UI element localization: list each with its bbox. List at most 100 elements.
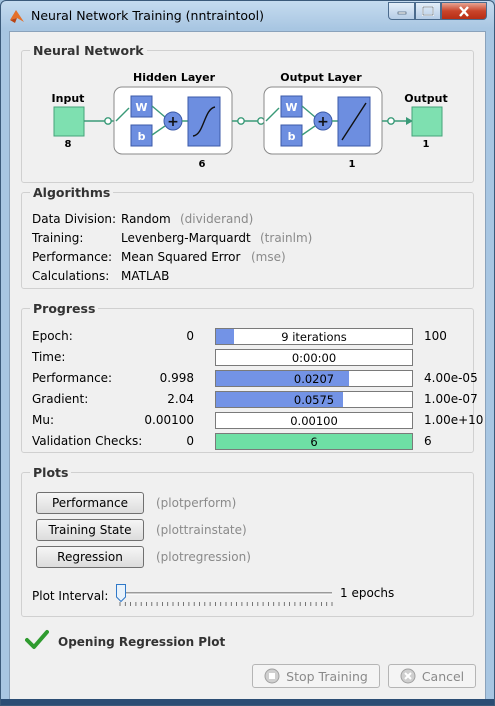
progress-bar: 0.0575 [215,391,413,408]
input-label: Input [52,92,85,105]
progress-end-value: 100 [424,329,447,343]
output-weight-label: W [285,101,297,114]
progress-row: Epoch: 0 9 iterations 100 [22,328,473,346]
regression-plot-function: (plotregression) [156,550,251,564]
stop-icon [264,668,280,684]
minimize-icon [397,11,406,15]
hidden-layer-title: Hidden Layer [133,71,216,84]
hidden-size: 6 [199,159,206,170]
progress-bar-text: 0.0575 [293,393,335,407]
algorithm-label: Training: [32,231,84,245]
progress-end-value: 1.00e-07 [424,392,478,406]
progress-bar-text: 6 [310,435,318,449]
window-title: Neural Network Training (nntraintool) [31,8,265,23]
progress-label: Gradient: [32,392,89,406]
output-layer-size: 1 [349,159,356,170]
training-state-plot-function: (plottrainstate) [156,523,247,537]
progress-row: Mu: 0.00100 0.00100 1.00e+10 [22,412,483,430]
progress-row: Performance: 0.998 0.0207 4.00e-05 [22,370,478,388]
hidden-weight-label: W [135,101,147,114]
training-state-plot-button[interactable]: Training State [36,519,144,541]
progress-title: Progress [30,301,99,316]
client-area: Neural Network Input 8 Hidden Layer W b [9,31,486,705]
progress-bar: 6 [215,433,413,450]
progress-bar-text: 0.0207 [293,372,335,386]
progress-bar: 0:00:00 [215,349,413,366]
svg-text:+: + [167,114,179,130]
app-window: Neural Network Training (nntraintool) Ne… [0,0,495,706]
plot-interval-label: Plot Interval: [32,589,109,603]
progress-bar: 0.00100 [215,412,413,429]
progress-start-value: 2.04 [167,392,194,406]
maximize-button[interactable] [415,2,441,20]
hidden-bias-label: b [138,130,146,143]
algorithms-panel: Algorithms Data Division: Random (divide… [21,185,474,289]
performance-plot-button[interactable]: Performance [36,492,144,514]
progress-bar-text: 0:00:00 [291,351,337,365]
stop-training-button[interactable]: Stop Training [252,664,380,688]
plot-interval-value: 1 epochs [340,586,395,600]
cancel-label: Cancel [421,668,465,684]
algorithm-value: Random [121,212,171,226]
output-layer-title: Output Layer [280,71,362,84]
algorithm-value: Levenberg-Marquardt [121,231,251,245]
output-label: Output [404,92,447,105]
output-size: 1 [423,139,430,150]
slider-thumb[interactable] [116,584,126,602]
minimize-button[interactable] [388,2,415,20]
progress-start-value: 0 [186,329,194,343]
progress-label: Validation Checks: [32,434,143,448]
matlab-logo-icon [10,10,24,23]
progress-row: Time: 0:00:00 [22,349,473,367]
taskbar-strip [1,699,494,705]
algorithm-label: Calculations: [32,269,110,283]
algorithms-title: Algorithms [30,185,114,200]
neural-network-panel: Neural Network Input 8 Hidden Layer W b [21,43,474,183]
progress-start-value: 0 [186,434,194,448]
close-icon [459,5,469,17]
output-node [411,106,443,137]
svg-text:+: + [317,114,329,130]
algorithm-function: (trainlm) [260,231,313,245]
progress-bar: 0.0207 [215,370,413,387]
checkmark-icon [25,630,49,649]
algorithm-value: MATLAB [121,269,170,283]
progress-bar-text: 9 iterations [281,330,347,344]
output-bias-label: b [288,130,296,143]
progress-label: Time: [32,350,66,364]
maximize-icon [422,6,434,16]
close-button[interactable] [441,2,487,20]
progress-end-value: 1.00e+10 [424,413,484,427]
progress-bar-text: 0.00100 [290,414,338,428]
slider-track [119,592,333,606]
cancel-icon [400,668,416,684]
algorithm-row: Training: Levenberg-Marquardt (trainlm) [22,231,473,247]
algorithm-row: Data Division: Random (dividerand) [22,212,473,228]
progress-start-value: 0.998 [159,371,194,385]
algorithm-label: Performance: [32,250,113,264]
progress-panel: Progress Epoch: 0 9 iterations 100 Time: 0:00… [21,301,483,453]
progress-row: Gradient: 2.04 0.0575 1.00e-07 [22,391,478,409]
progress-label: Mu: [32,413,55,427]
stop-training-label: Stop Training [286,668,368,684]
algorithm-label: Data Division: [32,212,117,226]
progress-bar: 9 iterations [215,328,413,345]
regression-plot-button[interactable]: Regression [36,546,144,568]
input-size: 8 [65,139,72,150]
algorithm-row: Calculations: MATLAB [22,269,473,285]
status-message: Opening Regression Plot [58,635,226,649]
cancel-button[interactable]: Cancel [388,664,476,688]
progress-end-value: 6 [424,434,432,448]
performance-plot-function: (plotperform) [156,496,237,510]
network-diagram: Input 8 Hidden Layer W b + 6 Output Laye… [52,71,448,170]
progress-label: Performance: [32,371,113,385]
algorithm-function: (mse) [251,250,286,264]
plots-panel: Plots Performance (plotperform) Training… [21,465,474,617]
input-node [53,106,85,137]
progress-label: Epoch: [32,329,73,343]
progress-end-value: 4.00e-05 [424,371,478,385]
title-bar[interactable]: Neural Network Training (nntraintool) [1,1,494,31]
plot-interval-slider[interactable] [116,582,336,610]
plots-title: Plots [30,465,72,480]
algorithm-row: Performance: Mean Squared Error (mse) [22,250,473,266]
